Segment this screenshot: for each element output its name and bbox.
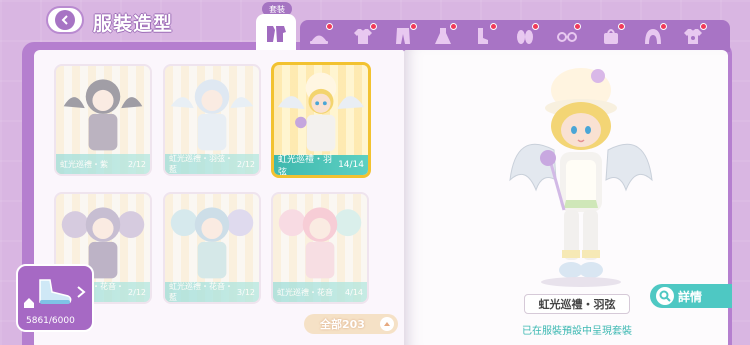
shoes-icon[interactable] <box>514 23 539 46</box>
glasses-icon[interactable] <box>556 23 581 46</box>
home-icon <box>24 298 34 308</box>
card-background <box>165 66 259 174</box>
outfit-progress: 14/14 <box>338 160 364 170</box>
notification-dot <box>532 23 539 30</box>
outfit-thumbnail <box>170 207 254 279</box>
outfit-card[interactable]: 虹光巡禮・花音 4/14 <box>271 192 369 304</box>
outfit-card[interactable]: 虹光巡禮・紫 2/12 <box>54 64 152 176</box>
outfit-progress: 2/12 <box>237 159 255 169</box>
outfit-set-icon <box>267 26 286 42</box>
outfit-card[interactable]: 虹光巡禮・花音・藍 3/12 <box>163 192 261 304</box>
outfit-caption: 虹光巡禮・花音・藍 3/12 <box>165 282 259 302</box>
outfit-thumbnail <box>63 79 143 151</box>
outfit-progress: 4/14 <box>345 287 363 297</box>
notification-dot <box>450 23 457 30</box>
outfit-name: 虹光巡禮・羽弦・藍 <box>169 154 233 174</box>
outfit-name: 虹光巡禮・紫 <box>60 159 108 169</box>
notification-dot <box>490 23 497 30</box>
notification-dot <box>370 23 377 30</box>
search-icon <box>656 287 674 305</box>
outfit-thumbnail <box>170 79 254 151</box>
outfit-progress: 2/12 <box>128 159 146 169</box>
chevron-right-icon <box>77 286 86 298</box>
details-button[interactable]: 詳情 <box>650 284 732 308</box>
details-label: 詳情 <box>678 289 703 304</box>
outfit-progress: 3/12 <box>237 287 255 297</box>
outfit-name-plate: 虹光巡禮・羽弦 <box>524 294 630 314</box>
bag-icon[interactable] <box>600 23 625 46</box>
outfit-caption: 虹光巡禮・羽弦 14/14 <box>274 155 368 175</box>
dress-icon[interactable] <box>432 23 457 46</box>
outfit-progress: 2/12 <box>128 287 146 297</box>
filter-dropdown[interactable]: 全部203 <box>304 314 398 334</box>
character-preview <box>509 68 653 287</box>
outfit-caption: 虹光巡禮・花音 4/14 <box>273 282 367 302</box>
outfit-name: 虹光巡禮・羽弦 <box>278 155 333 178</box>
filter-label: 全部203 <box>320 318 365 331</box>
capacity-value: 5861/6000 <box>26 316 75 326</box>
chevron-left-icon <box>55 10 75 30</box>
category-bar <box>300 20 730 52</box>
outfit-thumbnail <box>277 72 365 152</box>
hair-icon[interactable] <box>642 23 667 46</box>
socks-icon[interactable] <box>472 23 497 46</box>
card-background <box>273 194 367 302</box>
notification-dot <box>618 23 625 30</box>
chevron-up-icon <box>380 317 394 331</box>
hat-icon[interactable] <box>308 23 333 46</box>
notification-dot <box>410 23 417 30</box>
card-background <box>165 194 259 302</box>
outfit-caption: 虹光巡禮・羽弦・藍 2/12 <box>165 154 259 174</box>
outfit-card-selected[interactable]: 虹光巡禮・羽弦 14/14 <box>271 62 371 178</box>
back-button[interactable] <box>46 6 84 34</box>
shirt-icon[interactable] <box>682 23 707 46</box>
notification-dot <box>660 23 667 30</box>
notification-dot <box>574 23 581 30</box>
outfit-card[interactable]: 虹光巡禮・羽弦・藍 2/12 <box>163 64 261 176</box>
outfit-name: 虹光巡禮・花音 <box>277 287 333 297</box>
top-icon[interactable] <box>352 23 377 46</box>
preset-note: 已在服裝預設中呈現套裝 <box>522 326 632 337</box>
pants-icon[interactable] <box>392 23 417 46</box>
tab-outfit-set[interactable] <box>256 14 296 54</box>
card-background <box>56 66 150 174</box>
page-title: 服裝造型 <box>93 13 174 35</box>
outfit-name: 虹光巡禮・花音・藍 <box>169 282 233 302</box>
notification-dot <box>326 23 333 30</box>
outfit-caption: 虹光巡禮・紫 2/12 <box>56 154 150 174</box>
shoe-icon <box>39 279 72 304</box>
notification-dot <box>700 23 707 30</box>
outfit-thumbnail <box>278 207 362 279</box>
